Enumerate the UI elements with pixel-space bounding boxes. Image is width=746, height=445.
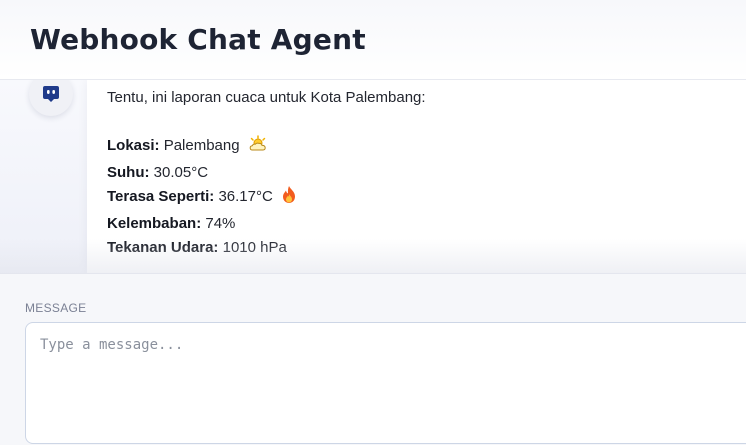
robot-icon [41, 84, 61, 104]
field-value: 1010 hPa [222, 239, 287, 256]
field-value: 36.17°C [218, 188, 273, 205]
message-input[interactable] [25, 322, 746, 444]
field-key: Lokasi: [107, 137, 160, 154]
field-value: Palembang [163, 137, 240, 154]
app-header: Webhook Chat Agent [0, 0, 746, 80]
fire-icon [281, 185, 297, 212]
app: Webhook Chat Agent Tentu, ini laporan cu… [0, 0, 746, 445]
weather-field-location: Lokasi: Palembang [107, 134, 737, 161]
message-composer: MESSAGE [0, 273, 746, 445]
weather-field-feels-like: Terasa Seperti: 36.17°C [107, 185, 737, 212]
weather-field-temperature: Suhu: 30.05°C [107, 161, 737, 185]
weather-field-pressure: Tekanan Udara: 1010 hPa [107, 236, 737, 260]
bot-avatar [29, 80, 73, 116]
sun-behind-cloud-icon [248, 135, 268, 161]
chat-area[interactable]: Tentu, ini laporan cuaca untuk Kota Pale… [0, 80, 746, 273]
field-value: 74% [205, 215, 236, 232]
app-title: Webhook Chat Agent [30, 23, 366, 56]
agent-message-bubble: Tentu, ini laporan cuaca untuk Kota Pale… [87, 80, 746, 273]
field-key: Terasa Seperti: [107, 188, 215, 205]
field-key: Suhu: [107, 164, 150, 181]
field-value: 30.05°C [153, 164, 209, 181]
weather-field-humidity: Kelembaban: 74% [107, 212, 737, 236]
field-key: Kelembaban: [107, 215, 202, 232]
message-label: MESSAGE [25, 301, 87, 315]
message-intro: Tentu, ini laporan cuaca untuk Kota Pale… [107, 89, 426, 106]
field-key: Tekanan Udara: [107, 239, 219, 256]
